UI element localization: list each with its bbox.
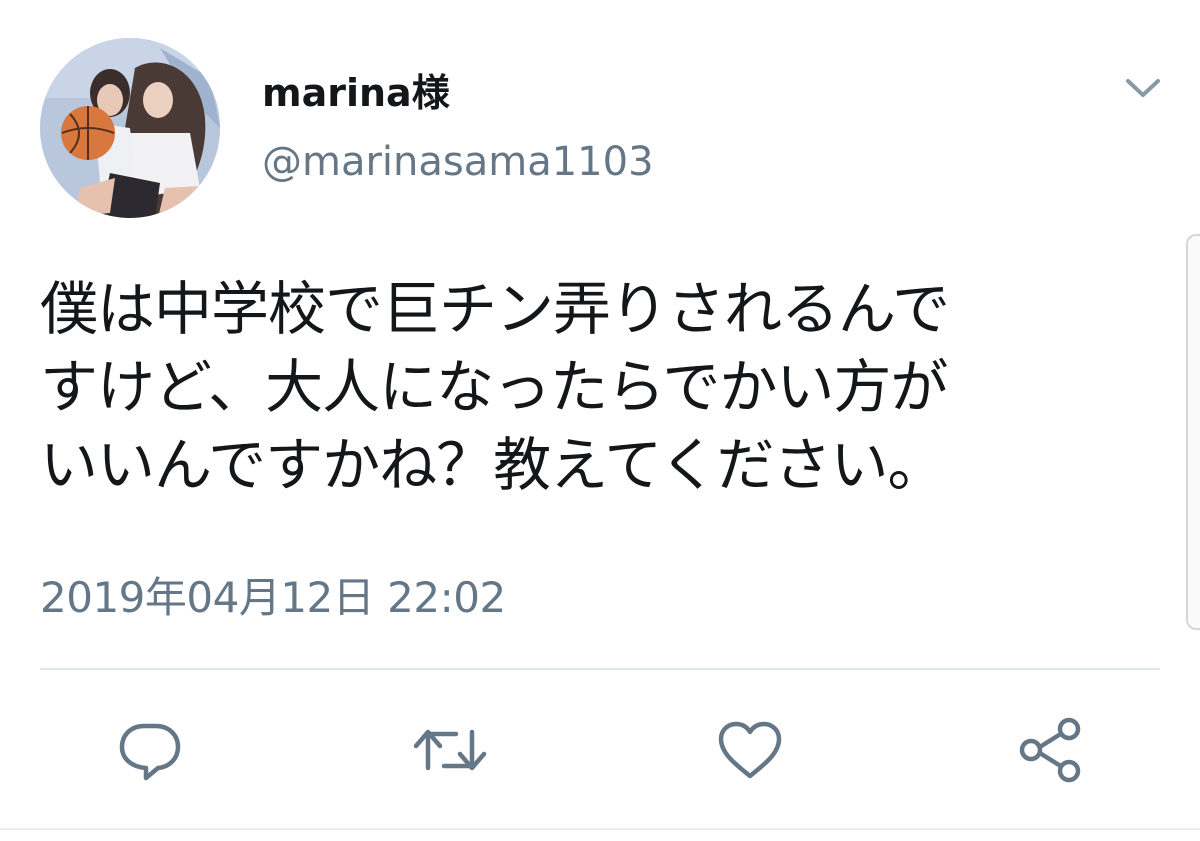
- chevron-down-icon[interactable]: [1120, 68, 1166, 108]
- bottom-divider: [0, 828, 1200, 830]
- tweet-card: marina様 @marinasama1103 僕は中学校で巨チン弄りされるんで…: [0, 0, 1200, 841]
- share-icon: [1019, 717, 1081, 783]
- tweet-text-line: 僕は中学校で巨チン弄りされるんで: [40, 275, 950, 343]
- retweet-icon: [413, 729, 487, 771]
- avatar[interactable]: [40, 38, 220, 218]
- like-button[interactable]: [710, 710, 790, 790]
- avatar-photo: [40, 38, 220, 218]
- tweet-text-line: すけど、大人になったらでかい方が: [40, 353, 948, 421]
- tweet-text: 僕は中学校で巨チン弄りされるんで すけど、大人になったらでかい方が いいんですか…: [40, 270, 1170, 504]
- share-button[interactable]: [1010, 710, 1090, 790]
- divider: [40, 668, 1160, 670]
- reply-button[interactable]: [110, 710, 190, 790]
- reply-icon: [119, 723, 181, 781]
- display-name[interactable]: marina様: [262, 74, 450, 112]
- tweet-text-line: いいんですかね？教えてください。: [40, 431, 945, 499]
- heart-icon: [718, 721, 782, 779]
- action-bar: [0, 700, 1200, 800]
- retweet-button[interactable]: [410, 710, 490, 790]
- scroll-handle[interactable]: [1186, 234, 1200, 630]
- user-handle[interactable]: @marinasama1103: [262, 142, 654, 182]
- tweet-timestamp[interactable]: 2019年04月12日 22:02: [40, 577, 506, 619]
